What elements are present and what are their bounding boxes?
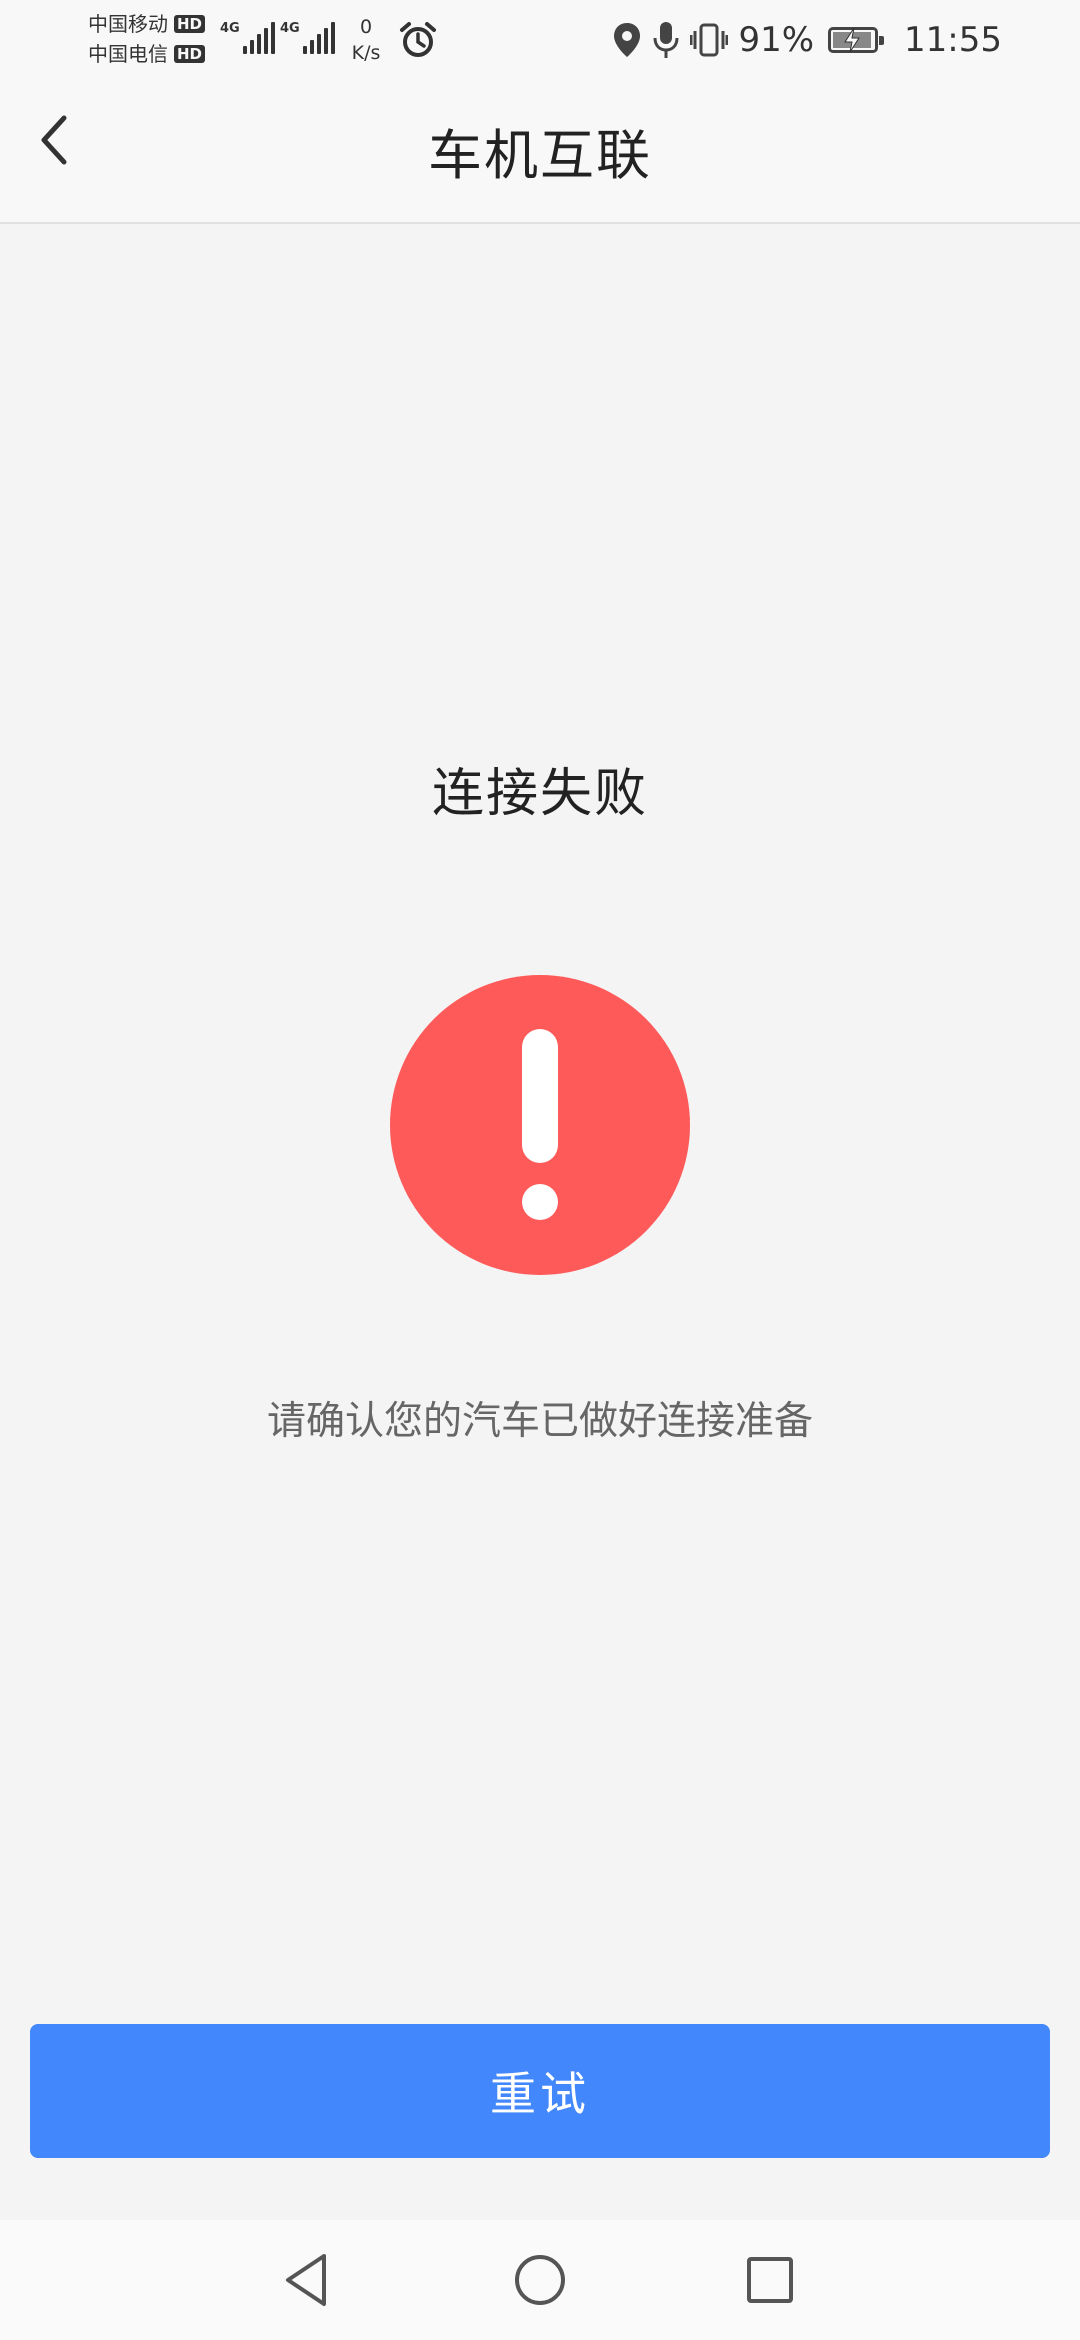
speed-unit: K/s xyxy=(351,42,381,64)
system-nav-bar xyxy=(0,2220,1080,2340)
network-type-label: 4G xyxy=(280,21,300,36)
battery-charging-icon xyxy=(828,27,885,53)
error-exclamation-icon xyxy=(390,975,690,1275)
retry-button[interactable]: 重试 xyxy=(30,2024,1050,2158)
carrier-info: 中国移动 HD 中国电信 HD xyxy=(88,9,216,69)
alarm-icon xyxy=(400,22,436,57)
status-right-group: 91% 11:55 xyxy=(612,14,1002,66)
vibrate-icon xyxy=(690,23,729,57)
hd-badge: HD xyxy=(174,15,206,33)
microphone-icon xyxy=(653,22,679,58)
carrier-1-label: 中国移动 xyxy=(88,12,168,36)
app-header: 车机互联 xyxy=(0,80,1080,224)
signal-strength-2: 4G xyxy=(280,22,335,54)
network-type-label: 4G xyxy=(220,21,240,36)
signal-bars-icon xyxy=(242,22,275,54)
status-bar: 中国移动 HD 中国电信 HD 4G 4G 0 K/s 91% 11:55 xyxy=(0,0,1080,80)
nav-home-icon[interactable] xyxy=(506,2246,574,2314)
carrier-2-label: 中国电信 xyxy=(88,42,168,66)
clock: 11:55 xyxy=(904,20,1002,60)
signal-strength-1: 4G xyxy=(220,22,275,54)
network-speed: 0 K/s xyxy=(344,14,388,66)
signal-bars-icon xyxy=(302,22,335,54)
connection-status-title: 连接失败 xyxy=(431,764,648,824)
battery-percent: 91% xyxy=(738,20,815,60)
hd-badge: HD xyxy=(174,45,206,63)
connection-hint: 请确认您的汽车已做好连接准备 xyxy=(266,1399,813,1444)
page-title: 车机互联 xyxy=(428,124,652,187)
nav-back-icon[interactable] xyxy=(274,2246,342,2314)
speed-value: 0 xyxy=(359,16,373,38)
location-icon xyxy=(614,23,641,57)
nav-recent-icon[interactable] xyxy=(736,2246,804,2314)
